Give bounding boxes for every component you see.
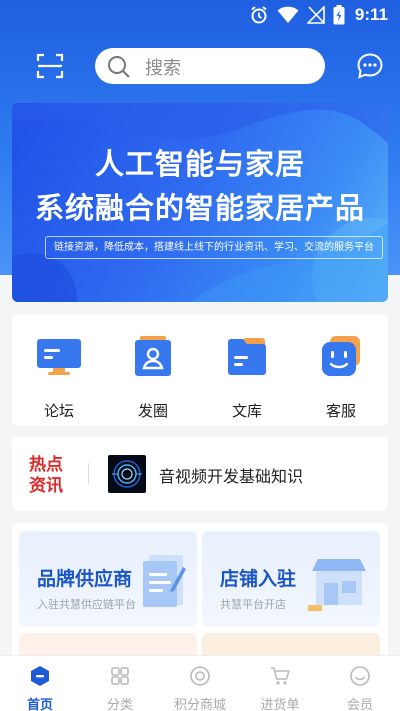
quick-item-label: 文库: [231, 402, 262, 420]
banner-headline-2: 系统融合的智能家居产品: [34, 191, 365, 225]
news-title: 音视频开发基础知识: [159, 467, 304, 486]
smiley-icon: [350, 666, 370, 686]
quick-menu-card: 论坛 发圈 文库 客服: [12, 314, 388, 426]
tab-label: 积分商城: [173, 698, 226, 711]
banner-subtitle: 链接资源，降低成本，搭建线上线下的行业资讯、学习、交流的服务平台: [45, 236, 383, 259]
robot-face-icon: [322, 336, 360, 376]
service-store-entry[interactable]: 店铺入驻 共慧平台开店: [202, 531, 380, 627]
points-coin-icon: [190, 666, 210, 686]
service-title: 品牌供应商: [37, 568, 133, 590]
tab-label: 首页: [26, 698, 53, 711]
service-title: 店铺入驻: [220, 568, 297, 590]
tab-member[interactable]: 会员: [320, 656, 400, 711]
service-subtitle: 入驻共慧供应链平台: [37, 598, 136, 611]
search-icon: [108, 56, 130, 78]
signal-off-icon: [306, 6, 325, 24]
tab-label: 会员: [346, 698, 373, 711]
clock-time: 9:11: [354, 5, 388, 24]
search-placeholder: 搜索: [145, 58, 181, 79]
service-brand-supplier[interactable]: 品牌供应商 入驻共慧供应链平台: [19, 531, 197, 627]
wifi-icon: [277, 6, 299, 24]
hero-banner[interactable]: 人工智能与家居 系统融合的智能家居产品 链接资源，降低成本，搭建线上线下的行业资…: [12, 103, 388, 302]
hot-news-tag-line1: 热点: [29, 455, 63, 475]
message-button[interactable]: [356, 52, 384, 80]
person-card-icon: [135, 336, 171, 376]
news-thumbnail: [108, 455, 146, 493]
hot-news-tag: 热点 资讯: [29, 455, 69, 497]
sound-wave-image: [112, 460, 142, 488]
home-hexagon-icon: [31, 666, 49, 686]
chat-bubble-icon: [357, 53, 383, 79]
storefront-icon: [308, 559, 366, 611]
cart-icon: [271, 667, 290, 685]
scan-icon: [36, 53, 64, 79]
bottom-tab-bar: 首页 分类 积分商城 进货单 会员: [0, 655, 400, 711]
quick-item-customer-service[interactable]: 客服: [306, 336, 376, 421]
document-pen-icon: [143, 555, 186, 607]
quick-item-forum[interactable]: 论坛: [24, 336, 94, 421]
tab-points-mall[interactable]: 积分商城: [160, 656, 240, 711]
hot-news-tag-line2: 资讯: [29, 476, 63, 496]
status-bar: 9:11: [0, 0, 400, 32]
tab-label: 分类: [106, 698, 133, 711]
quick-item-label: 客服: [325, 402, 356, 420]
service-subtitle: 共慧平台开店: [220, 598, 286, 611]
search-bar[interactable]: 搜索: [95, 48, 325, 84]
folder-icon: [228, 338, 266, 375]
battery-charging-icon: [333, 5, 345, 25]
quick-item-library[interactable]: 文库: [212, 336, 282, 421]
news-divider: [88, 463, 89, 485]
monitor-icon: [37, 339, 81, 375]
grid-icon: [111, 667, 129, 685]
banner-headline-1: 人工智能与家居: [94, 147, 305, 181]
tab-category[interactable]: 分类: [80, 656, 160, 711]
top-bar: 搜索: [0, 46, 400, 86]
services-card: 品牌供应商 入驻共慧供应链平台 店铺入驻 共慧平台开店: [12, 523, 388, 673]
quick-item-label: 论坛: [43, 402, 74, 420]
alarm-icon: [251, 6, 267, 24]
scan-button[interactable]: [36, 52, 64, 80]
tab-label: 进货单: [260, 698, 300, 711]
tab-purchase-list[interactable]: 进货单: [240, 656, 320, 711]
tab-home[interactable]: 首页: [0, 656, 80, 711]
quick-item-label: 发圈: [137, 402, 168, 420]
hot-news-card[interactable]: 热点 资讯 音视频开发基础知识: [12, 437, 388, 511]
quick-item-moments[interactable]: 发圈: [118, 336, 188, 421]
